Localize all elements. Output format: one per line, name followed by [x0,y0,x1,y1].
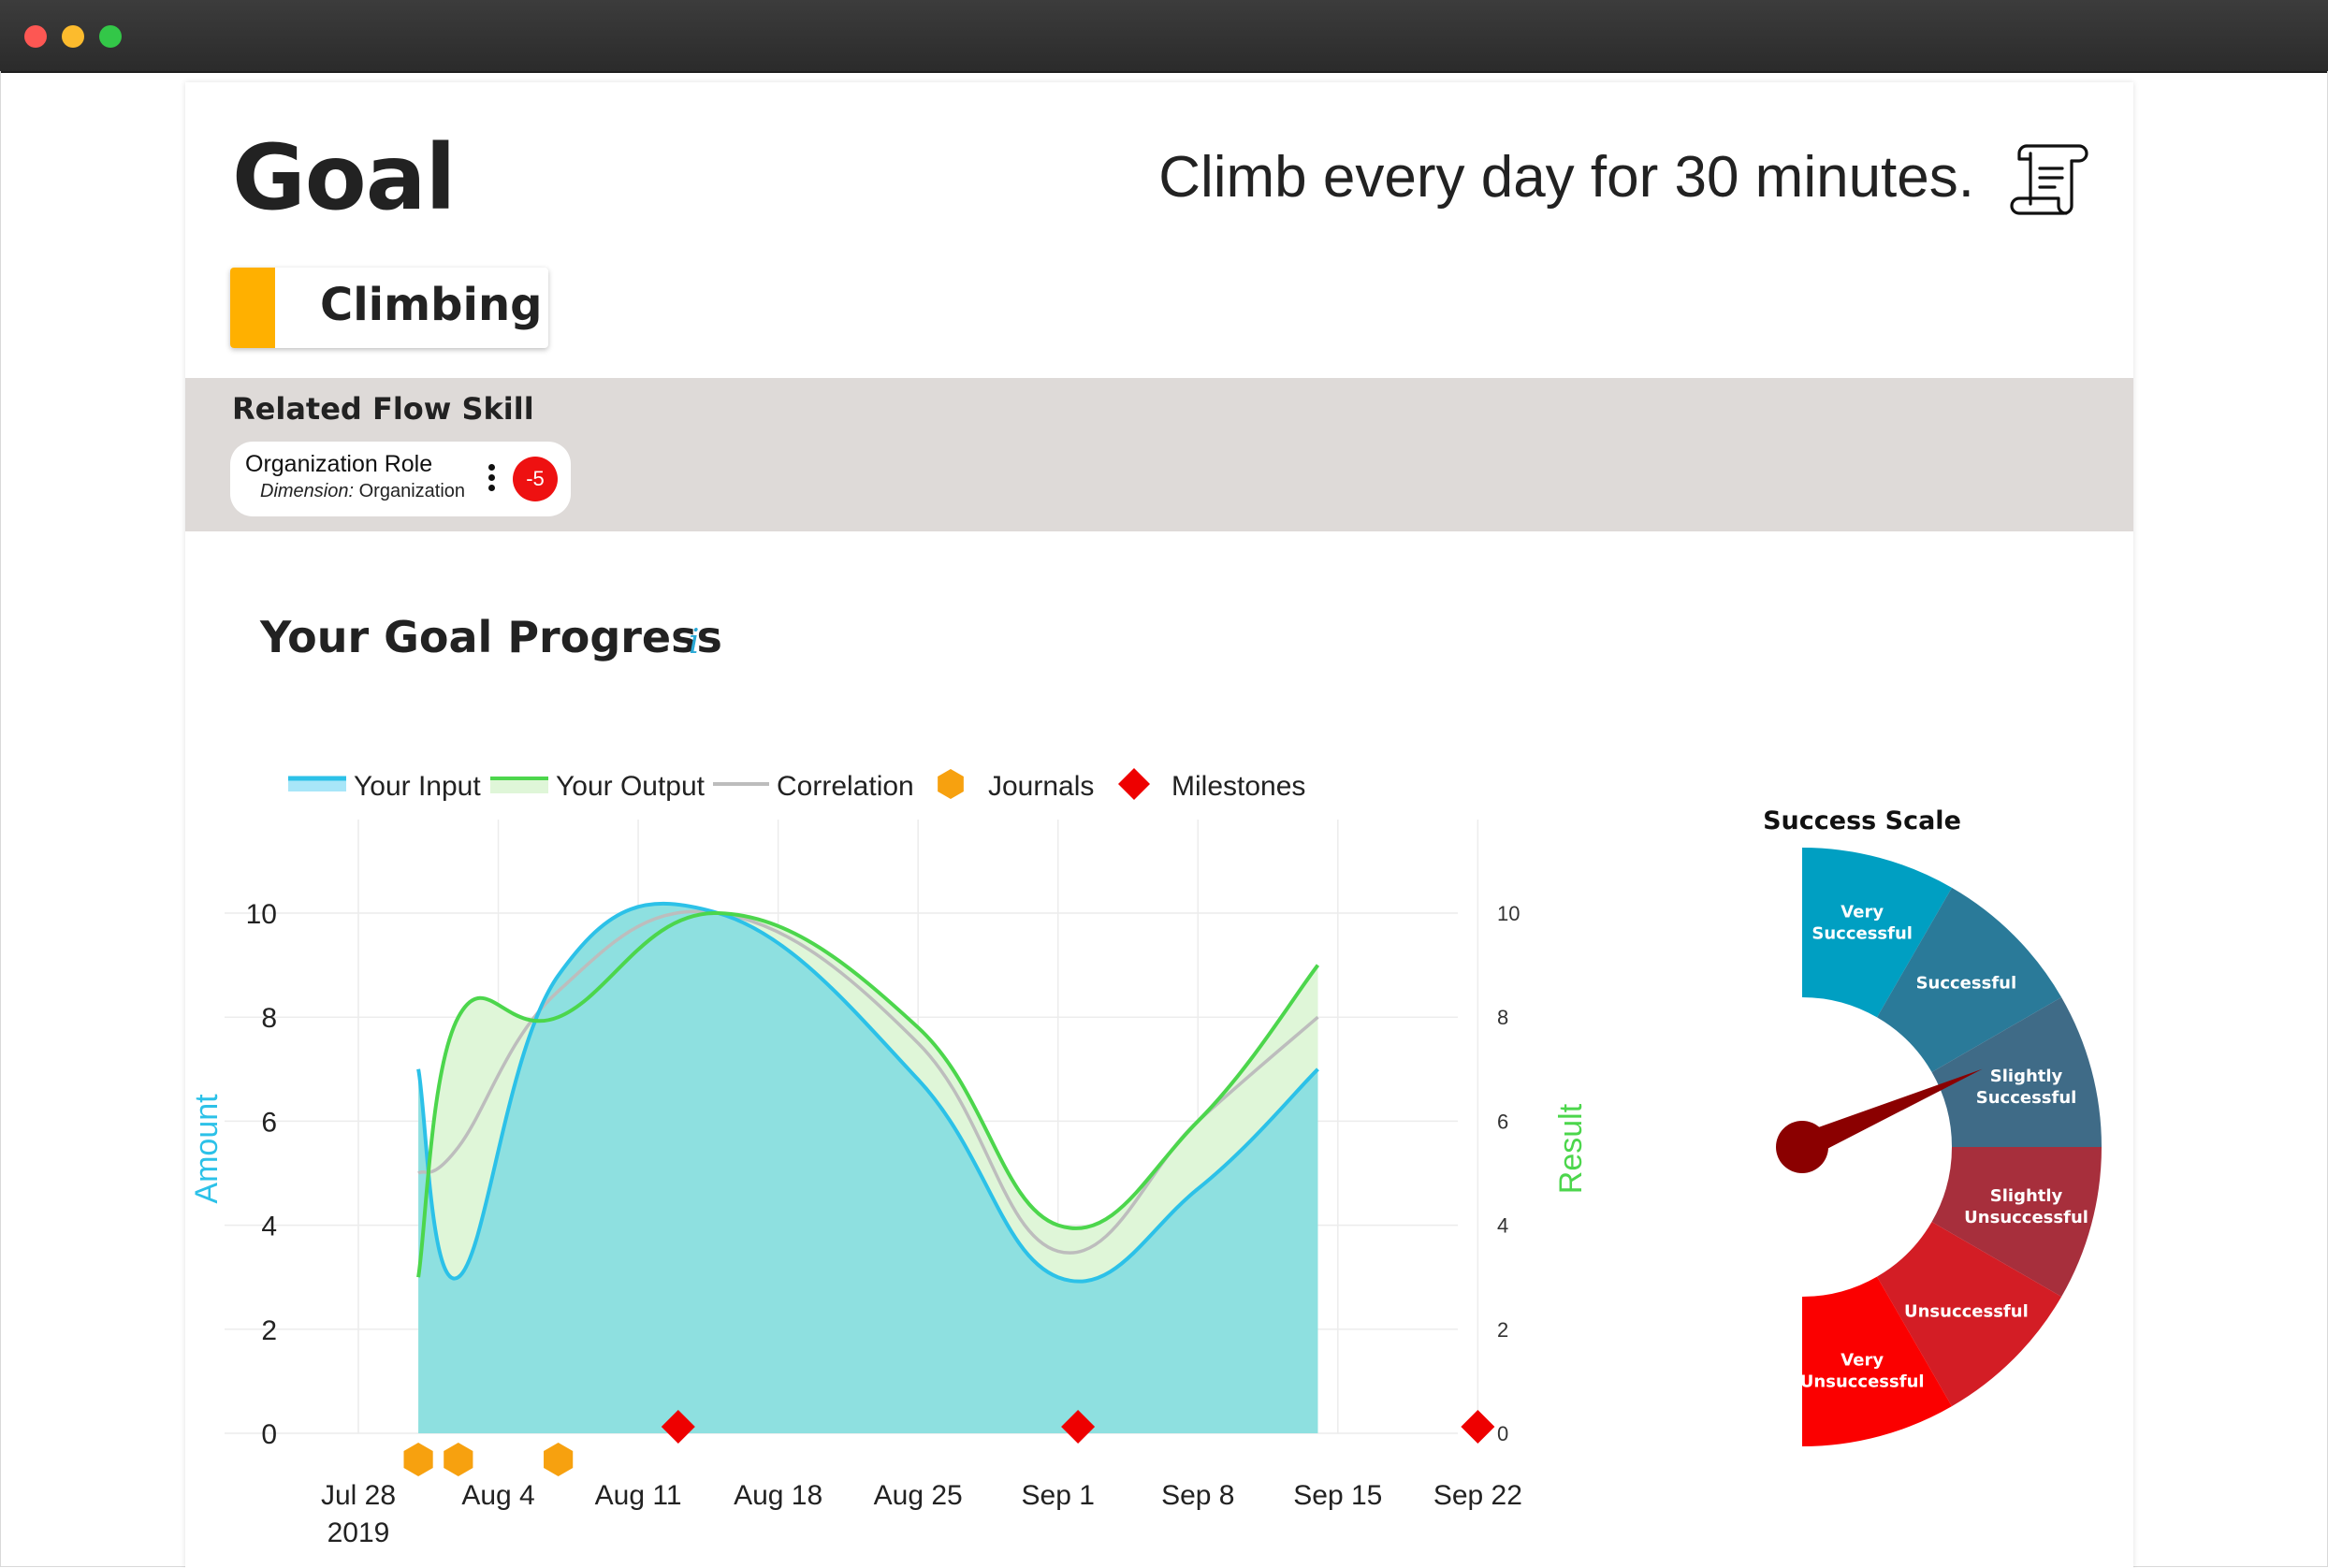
y-left-tick-label: 10 [246,899,277,930]
legend-output-label: Your Output [556,771,706,802]
x-tick-label: Sep 22 [1433,1480,1522,1511]
y-right-tick-label: 6 [1497,1110,1508,1133]
x-tick-label: Aug 4 [461,1480,534,1511]
legend-correlation-label: Correlation [777,771,914,802]
x-tick-label: Aug 18 [734,1480,822,1511]
y-left-tick-label: 0 [261,1419,277,1450]
y-left-tick-label: 4 [261,1212,277,1242]
x-tick-label: Aug 25 [874,1480,963,1511]
y-right-tick-label: 10 [1497,902,1520,925]
x-tick-label: Aug 11 [595,1480,682,1511]
journal-marker [544,1443,574,1476]
legend-milestone-icon [1118,768,1150,800]
legend-output-swatch [490,778,548,793]
journal-marker [444,1443,473,1476]
y-left-tick-label: 2 [261,1315,277,1346]
y-right-tick-label: 2 [1497,1318,1508,1342]
y-right-tick-label: 0 [1497,1422,1508,1445]
legend-journal-icon [938,769,964,799]
x-year-label: 2019 [327,1517,390,1548]
milestone-marker [1461,1410,1495,1444]
y-left-tick-label: 6 [261,1107,277,1138]
y-right-axis-label: Result [1553,1103,1589,1194]
x-tick-label: Jul 28 [321,1480,396,1511]
x-tick-label: Sep 15 [1293,1480,1382,1511]
x-tick-label: Sep 8 [1161,1480,1234,1511]
chart-legend[interactable]: Your Input Your Output Correlation Journals… [288,768,1305,802]
y-left-tick-label: 8 [261,1003,277,1034]
goal-progress-chart: 0 0 2 2 4 4 6 6 8 8 10 10 Jul 28 Aug 4 Aug 11 Aug 18 Aug… [189,768,1589,1548]
y-left-axis-label: Amount [189,1094,225,1204]
x-tick-label: Sep 1 [1022,1480,1095,1511]
legend-milestones-label: Milestones [1171,771,1305,802]
legend-input-label: Your Input [354,771,481,802]
y-right-tick-label: 8 [1497,1006,1508,1029]
journal-marker [403,1443,433,1476]
y-right-tick-label: 4 [1497,1214,1508,1238]
legend-journals-label: Journals [988,771,1094,802]
